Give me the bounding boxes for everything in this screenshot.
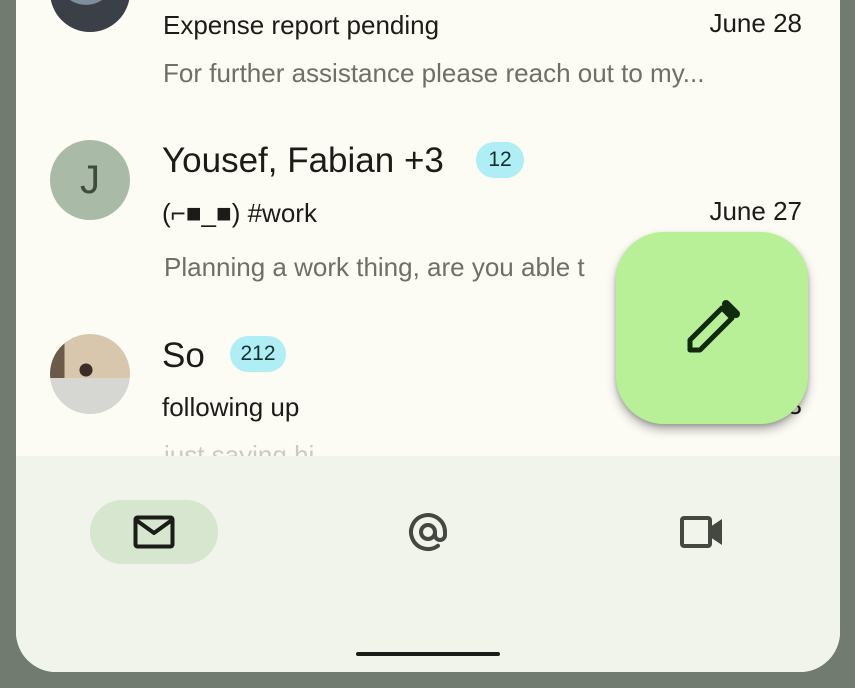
video-camera-icon <box>680 516 722 548</box>
at-sign-icon <box>409 513 447 552</box>
home-indicator[interactable] <box>356 652 500 656</box>
message-count-badge: 12 <box>476 142 524 178</box>
nav-mail[interactable] <box>90 500 218 564</box>
avatar <box>50 0 130 32</box>
avatar-letter: J <box>80 157 100 202</box>
email-preview: Planning a work thing, are you able t <box>164 252 585 282</box>
bottom-navigation <box>16 456 840 672</box>
email-date: June 28 <box>709 8 802 38</box>
avatar: J <box>50 140 130 220</box>
email-subject: following up <box>162 392 300 422</box>
compose-button[interactable] <box>616 232 808 424</box>
nav-meet[interactable] <box>638 500 766 564</box>
email-sender: So <box>162 336 205 375</box>
pencil-icon <box>687 300 740 353</box>
avatar <box>50 334 130 414</box>
email-preview: just saying hi <box>164 440 315 456</box>
email-subject: Expense report pending <box>163 10 440 40</box>
nav-mentions[interactable] <box>364 500 492 564</box>
email-subject: (⌐■_■) #work <box>162 198 317 228</box>
email-date: June 27 <box>709 196 802 226</box>
mail-icon <box>133 515 175 549</box>
email-sender: Yousef, Fabian +3 <box>162 141 444 180</box>
email-preview: For further assistance please reach out … <box>163 58 705 88</box>
message-count-badge: 212 <box>230 336 286 372</box>
